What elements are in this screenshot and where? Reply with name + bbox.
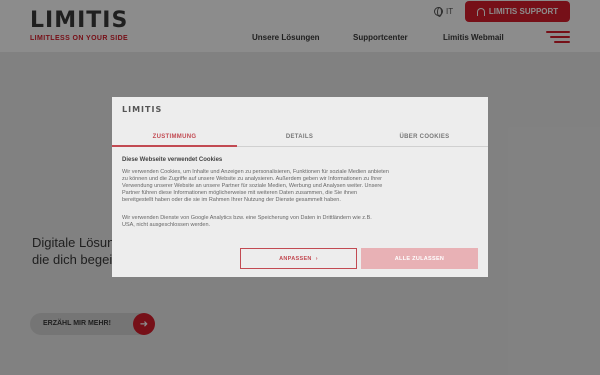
paragraph-line: Partner führen diese Informationen mögli… [122, 190, 358, 196]
dialog-logo: LIMITIS [122, 105, 163, 114]
paragraph-line: Wir verwenden Cookies, um Inhalte und An… [122, 169, 389, 175]
accept-all-label: ALLE ZULASSEN [394, 255, 445, 262]
paragraph-line: Verwendung unserer Website an unsere Par… [122, 183, 383, 189]
consent-tabs: ZUSTIMMUNG DETAILS ÜBER COOKIES [112, 131, 488, 147]
dialog-heading: Diese Webseite verwendet Cookies [122, 157, 223, 163]
paragraph-line: zu können und die Zugriffe auf unsere We… [122, 176, 382, 182]
paragraph-line: USA, nicht ausgeschlossen werden. [122, 222, 211, 228]
cookie-consent-dialog: LIMITIS ZUSTIMMUNG DETAILS ÜBER COOKIES … [112, 97, 488, 277]
tab-about-cookies[interactable]: ÜBER COOKIES [362, 134, 487, 140]
dialog-paragraph-2: Wir verwenden Dienste von Google Analyti… [122, 215, 478, 229]
dialog-paragraph-1: Wir verwenden Cookies, um Inhalte und An… [122, 169, 478, 204]
tab-details[interactable]: DETAILS [237, 134, 362, 140]
paragraph-line: bereitgestellt haben oder die sie im Rah… [122, 197, 341, 203]
chevron-right-icon: › [315, 255, 318, 262]
paragraph-line: Wir verwenden Dienste von Google Analyti… [122, 215, 372, 221]
accept-all-button[interactable]: ALLE ZULASSEN [361, 248, 478, 269]
active-tab-indicator [112, 145, 237, 147]
configure-button-label: ANPASSEN [279, 255, 312, 262]
configure-button[interactable]: ANPASSEN › [240, 248, 357, 269]
tab-consent[interactable]: ZUSTIMMUNG [112, 134, 237, 140]
